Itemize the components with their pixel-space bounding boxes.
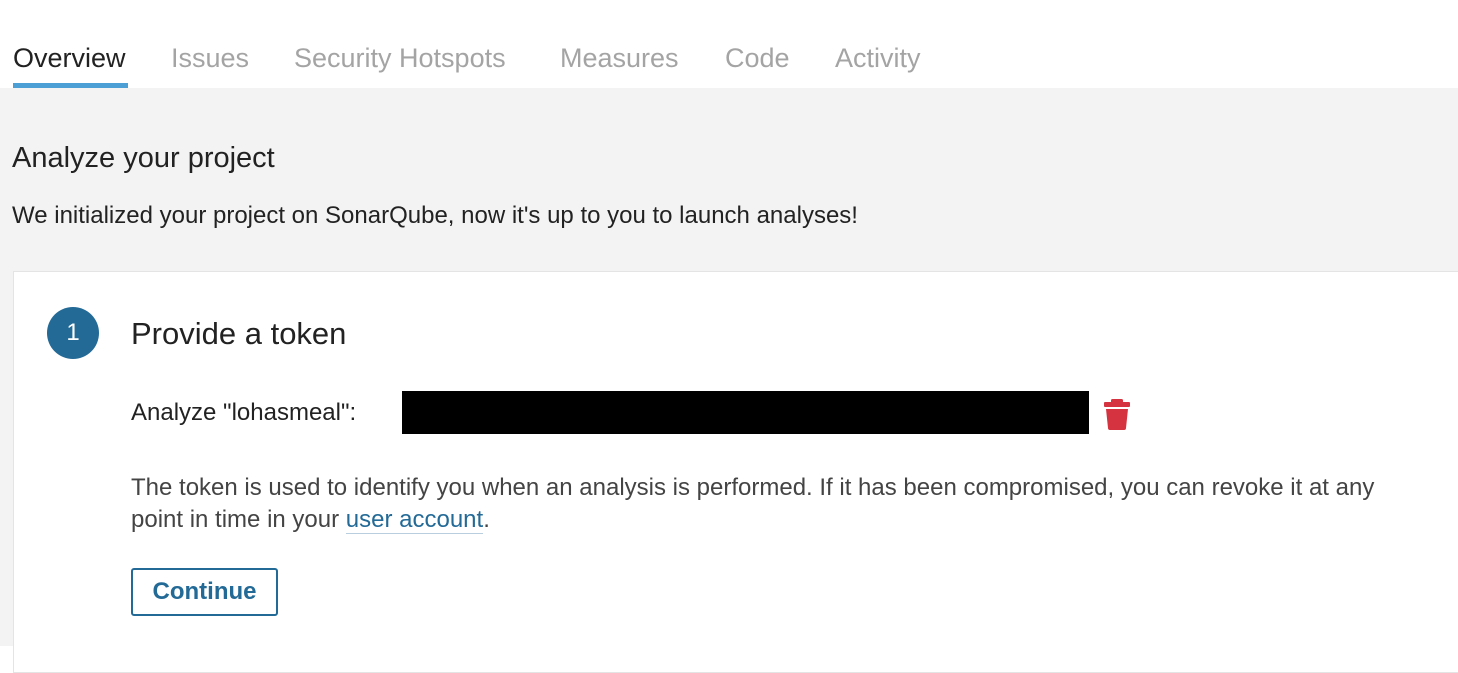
tutorial-step-card: 1 Provide a token Analyze "lohasmeal": T…	[13, 271, 1458, 673]
tab-issues[interactable]: Issues	[171, 42, 249, 74]
step-number-badge: 1	[47, 307, 99, 359]
project-nav: Overview Issues Security Hotspots Measur…	[0, 0, 1458, 88]
help-text-end: .	[483, 506, 490, 533]
help-text: The token is used to identify you when a…	[131, 474, 1375, 533]
token-value-redacted	[402, 391, 1089, 434]
step-title: Provide a token	[131, 316, 347, 351]
tab-code[interactable]: Code	[725, 42, 790, 74]
page-description: We initialized your project on SonarQube…	[12, 202, 858, 229]
tab-measures[interactable]: Measures	[560, 42, 679, 74]
main-content: Analyze your project We initialized your…	[0, 88, 1458, 673]
continue-button[interactable]: Continue	[131, 568, 278, 616]
token-help-text: The token is used to identify you when a…	[131, 472, 1421, 536]
tab-activity[interactable]: Activity	[835, 42, 921, 74]
user-account-link[interactable]: user account	[345, 506, 484, 534]
token-label: Analyze "lohasmeal":	[131, 399, 357, 426]
trash-icon[interactable]	[1103, 398, 1131, 430]
tab-overview[interactable]: Overview	[13, 42, 126, 74]
tab-security-hotspots[interactable]: Security Hotspots	[294, 42, 506, 74]
page-title: Analyze your project	[12, 142, 275, 174]
